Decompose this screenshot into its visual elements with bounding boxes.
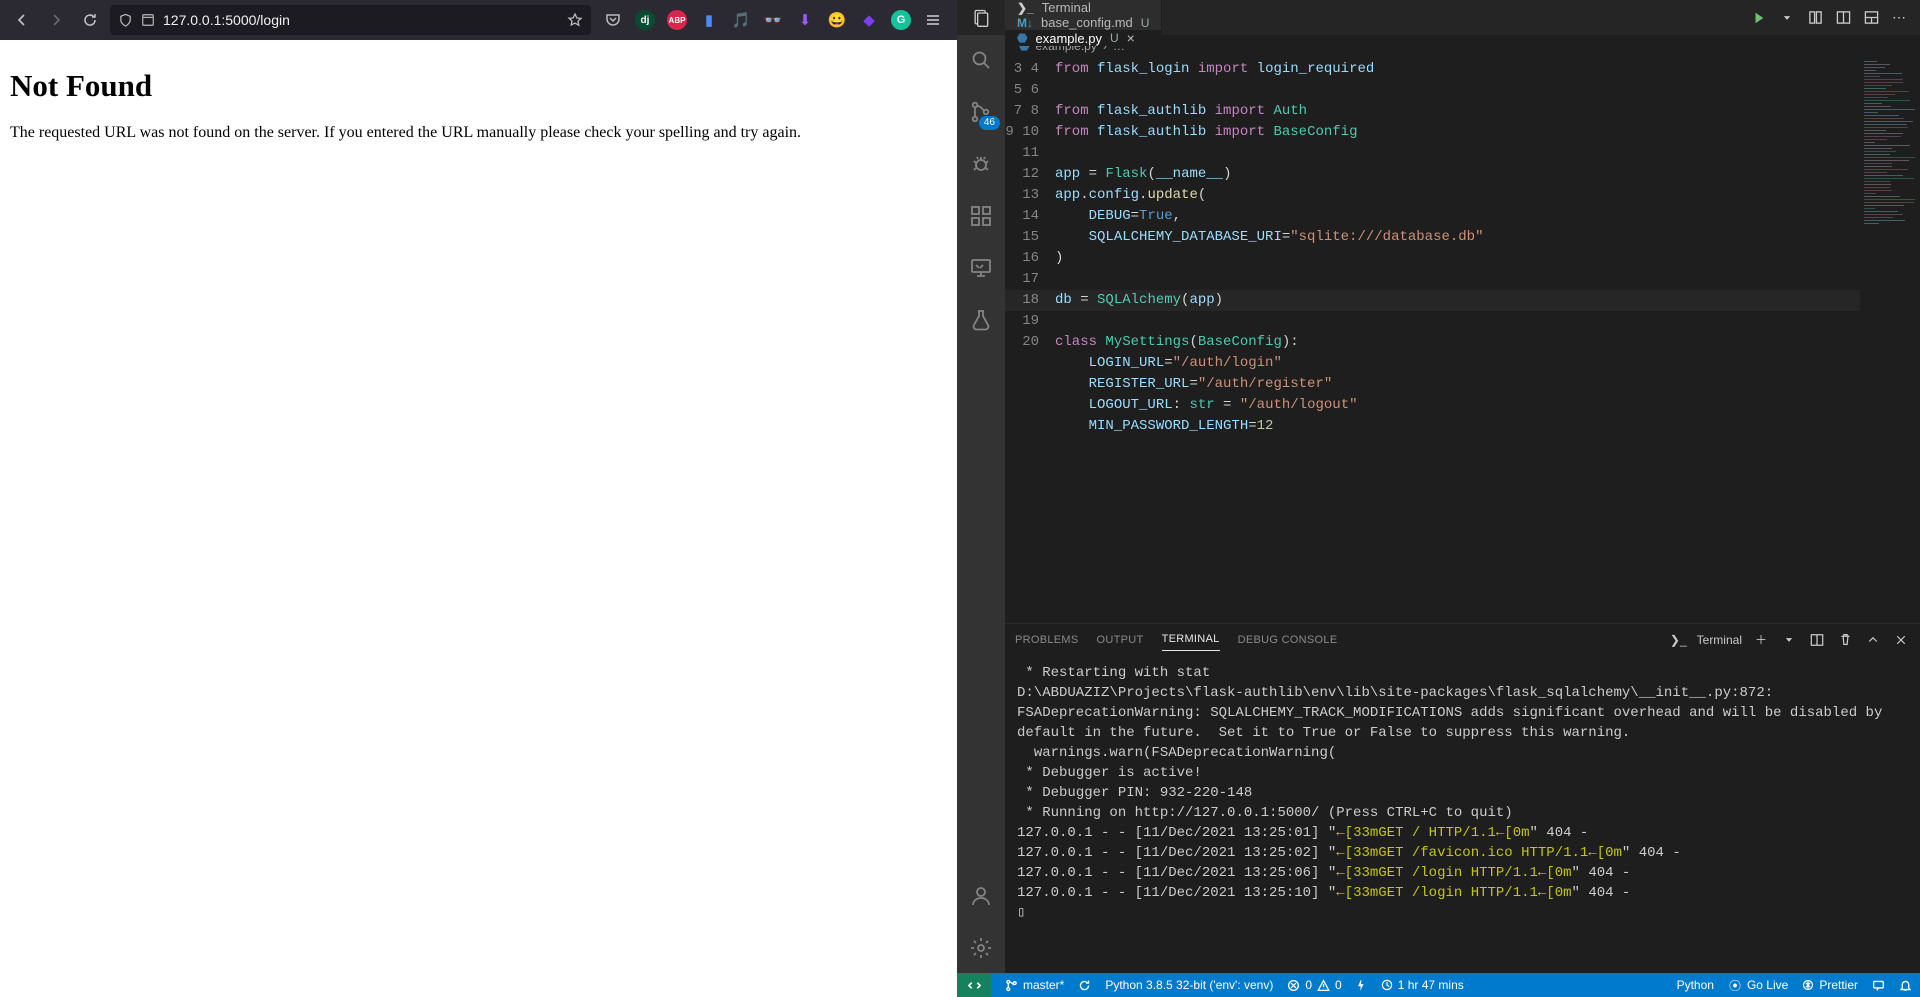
panel-tab-output[interactable]: OUTPUT bbox=[1097, 629, 1144, 651]
problems-status[interactable]: 0 0 bbox=[1287, 978, 1341, 992]
remote-indicator[interactable] bbox=[957, 973, 991, 997]
close-panel-button[interactable] bbox=[1892, 631, 1910, 649]
terminal-prompt-icon: ❯_ bbox=[1670, 633, 1687, 647]
editor-tab-bar: ❯_TerminalM↓base_config.mdU⬣example.pyU×… bbox=[957, 0, 1920, 35]
tab-label: Terminal bbox=[1042, 0, 1091, 15]
pocket-icon[interactable] bbox=[603, 10, 623, 30]
forward-button[interactable] bbox=[42, 6, 70, 34]
feedback-icon[interactable] bbox=[1872, 979, 1885, 992]
notifications-icon[interactable] bbox=[1899, 979, 1912, 992]
shield-icon bbox=[118, 13, 133, 28]
run-dropdown-icon[interactable] bbox=[1778, 9, 1796, 27]
vscode-main: 46 bbox=[957, 35, 1920, 973]
layout-button[interactable] bbox=[1862, 9, 1880, 27]
download-ext-icon[interactable]: ⬇ bbox=[795, 10, 815, 30]
adblock-ext-icon[interactable]: ABP bbox=[667, 10, 687, 30]
panel-tab-terminal[interactable]: TERMINAL bbox=[1162, 628, 1220, 651]
kill-terminal-button[interactable] bbox=[1836, 631, 1854, 649]
extension-icons: dj ABP ▮ 🎵 👓 ⬇ 😀 ◆ G bbox=[597, 10, 949, 30]
music-ext-icon[interactable]: 🎵 bbox=[731, 10, 751, 30]
bottom-panel: PROBLEMS OUTPUT TERMINAL DEBUG CONSOLE ❯… bbox=[1005, 623, 1920, 973]
new-terminal-button[interactable]: ＋ bbox=[1752, 631, 1770, 649]
split-editor-button[interactable] bbox=[1834, 9, 1852, 27]
tab-file-icon: M↓ bbox=[1017, 16, 1033, 30]
code-area[interactable]: from flask_login import login_required f… bbox=[1055, 57, 1860, 623]
run-button[interactable] bbox=[1750, 9, 1768, 27]
compare-button[interactable] bbox=[1806, 9, 1824, 27]
source-control-icon[interactable]: 46 bbox=[966, 97, 996, 127]
sync-button[interactable] bbox=[1078, 979, 1091, 992]
browser-viewport: Not Found The requested URL was not foun… bbox=[0, 40, 957, 997]
status-bar: master* Python 3.8.5 32-bit ('env': venv… bbox=[957, 973, 1920, 997]
activity-bar: 46 bbox=[957, 35, 1005, 973]
grammarly-ext-icon[interactable]: G bbox=[891, 10, 911, 30]
tab-close-icon[interactable]: × bbox=[1127, 30, 1135, 46]
maximize-panel-button[interactable] bbox=[1864, 631, 1882, 649]
remote-explorer-icon[interactable] bbox=[966, 253, 996, 283]
terminal-dropdown-icon[interactable] bbox=[1780, 631, 1798, 649]
testing-icon[interactable] bbox=[966, 305, 996, 335]
browser-window: 127.0.0.1:5000/login dj ABP ▮ 🎵 👓 ⬇ 😀 ◆ … bbox=[0, 0, 957, 997]
prettier-status[interactable]: Prettier bbox=[1802, 978, 1858, 992]
extensions-icon[interactable] bbox=[966, 201, 996, 231]
reload-button[interactable] bbox=[76, 6, 104, 34]
smiley-ext-icon[interactable]: 😀 bbox=[827, 10, 847, 30]
editor-tab-2[interactable]: ⬣ example.py U × bbox=[1005, 30, 1162, 46]
accounts-icon[interactable] bbox=[966, 881, 996, 911]
terminal-output[interactable]: * Restarting with stat D:\ABDUAZIZ\Proje… bbox=[1005, 655, 1920, 973]
django-ext-icon[interactable]: dj bbox=[635, 10, 655, 30]
panel-tabs: PROBLEMS OUTPUT TERMINAL DEBUG CONSOLE ❯… bbox=[1005, 624, 1920, 655]
terminal-name[interactable]: Terminal bbox=[1697, 633, 1742, 647]
bookmark-ext-icon[interactable]: ▮ bbox=[699, 10, 719, 30]
more-actions-icon[interactable]: ⋯ bbox=[1890, 9, 1908, 27]
split-terminal-button[interactable] bbox=[1808, 631, 1826, 649]
settings-icon[interactable] bbox=[966, 933, 996, 963]
editor-tab-0[interactable]: ❯_ Terminal bbox=[1005, 0, 1162, 15]
wakatime[interactable]: 1 hr 47 mins bbox=[1381, 978, 1464, 992]
screen: 127.0.0.1:5000/login dj ABP ▮ 🎵 👓 ⬇ 😀 ◆ … bbox=[0, 0, 1920, 997]
address-bar[interactable]: 127.0.0.1:5000/login bbox=[110, 5, 591, 35]
back-button[interactable] bbox=[8, 6, 36, 34]
url-text: 127.0.0.1:5000/login bbox=[163, 12, 559, 28]
browser-toolbar: 127.0.0.1:5000/login dj ABP ▮ 🎵 👓 ⬇ 😀 ◆ … bbox=[0, 0, 957, 40]
go-live-button[interactable]: ⦿Go Live bbox=[1728, 977, 1788, 994]
language-mode[interactable]: Python bbox=[1677, 978, 1714, 992]
debug-icon[interactable] bbox=[966, 149, 996, 179]
explorer-top-icon[interactable] bbox=[957, 0, 1005, 35]
code-editor[interactable]: 3 4 5 6 7 8 9 10 11 12 13 14 15 16 17 18… bbox=[1005, 57, 1920, 623]
diamond-ext-icon[interactable]: ◆ bbox=[859, 10, 879, 30]
python-interpreter[interactable]: Python 3.8.5 32-bit ('env': venv) bbox=[1105, 978, 1273, 992]
app-menu-icon[interactable] bbox=[923, 10, 943, 30]
page-message: The requested URL was not found on the s… bbox=[10, 124, 947, 142]
scm-badge: 46 bbox=[979, 116, 1000, 130]
panel-tab-debug-console[interactable]: DEBUG CONSOLE bbox=[1238, 629, 1338, 651]
editor-column: ⬣ example.py › … 3 4 5 6 7 8 9 10 11 12 … bbox=[1005, 35, 1920, 973]
line-gutter: 3 4 5 6 7 8 9 10 11 12 13 14 15 16 17 18… bbox=[1005, 57, 1055, 623]
tab-label: base_config.md bbox=[1041, 15, 1133, 30]
editor-tab-1[interactable]: M↓ base_config.md U bbox=[1005, 15, 1162, 30]
search-icon[interactable] bbox=[966, 45, 996, 75]
glasses-ext-icon[interactable]: 👓 bbox=[763, 10, 783, 30]
vscode-window: ❯_TerminalM↓base_config.mdU⬣example.pyU×… bbox=[957, 0, 1920, 997]
tab-modified-indicator: U bbox=[1141, 16, 1150, 30]
editor-action-bar: ⋯ bbox=[1738, 0, 1920, 35]
tab-file-icon: ❯_ bbox=[1017, 1, 1034, 15]
panel-tab-problems[interactable]: PROBLEMS bbox=[1015, 629, 1079, 651]
live-server-port-icon[interactable] bbox=[1356, 979, 1367, 992]
git-branch[interactable]: master* bbox=[1005, 978, 1064, 992]
minimap[interactable] bbox=[1860, 57, 1920, 623]
page-heading: Not Found bbox=[10, 68, 947, 104]
bookmark-star-icon[interactable] bbox=[567, 12, 583, 28]
tab-label: example.py bbox=[1035, 31, 1101, 46]
page-info-icon bbox=[141, 13, 155, 27]
tab-modified-indicator: U bbox=[1110, 31, 1119, 45]
tab-file-icon: ⬣ bbox=[1017, 31, 1027, 45]
